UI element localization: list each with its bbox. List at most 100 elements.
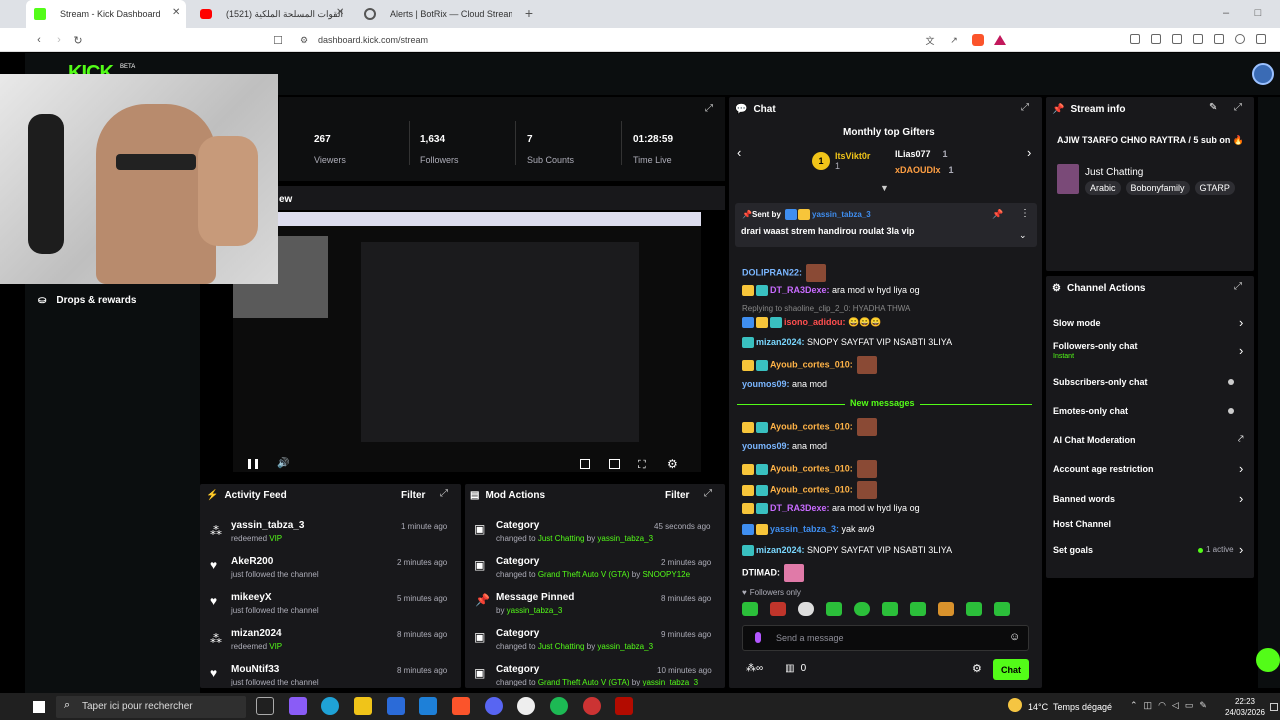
downloads-icon[interactable] [1214,34,1224,44]
translate-icon[interactable]: 文 [924,33,936,47]
gifter-2[interactable]: ILias077 1 [881,149,948,159]
emote-icon[interactable] [742,602,758,616]
wifi-icon[interactable]: ◠ [1158,700,1166,712]
action-host-channel[interactable]: Host Channel [1053,517,1249,533]
close-tab-icon[interactable]: ✕ [336,7,344,18]
expand-icon[interactable]: ⤢ [440,488,448,499]
chat-message[interactable]: youmos09: ana mod [742,378,827,390]
discord-icon[interactable] [485,697,503,715]
emote-icon[interactable] [798,602,814,616]
stream-preview-video[interactable] [233,212,701,472]
url-text[interactable]: dashboard.kick.com/stream [318,35,428,45]
chat-message[interactable]: Ayoub_cortes_010: [742,356,877,374]
acrobat-icon[interactable] [615,697,633,715]
emote-icon[interactable] [994,602,1010,616]
forward-icon[interactable]: › [52,33,66,47]
more-icon[interactable]: ⋮ [1020,208,1030,219]
activity-filter-button[interactable]: Filter [401,490,425,501]
chat-message[interactable]: DT_RA3Dexe: ara mod w hyd liya og [742,284,920,297]
emote-icon[interactable] [910,602,926,616]
volume-icon[interactable]: 🔊 [277,458,289,469]
mail-icon[interactable] [419,697,437,715]
reload-icon[interactable]: ↻ [71,33,85,47]
sidebar-item-drops[interactable]: ⛀ Drops & rewards [38,295,136,306]
minimize-icon[interactable]: – [1218,6,1234,20]
edit-icon[interactable]: ✎ [1209,102,1217,113]
expand-icon[interactable]: ⤢ [1234,102,1242,113]
action-ai-moderation[interactable]: AI Chat Moderation ⤤ [1053,433,1249,449]
mod-filter-button[interactable]: Filter [665,490,689,501]
site-settings-icon[interactable]: ⚙ [298,33,310,47]
maximize-icon[interactable]: □ [1250,6,1266,20]
user-avatar[interactable] [1252,63,1274,85]
copilot-icon[interactable] [289,697,307,715]
action-subscribers-only[interactable]: Subscribers-only chat [1053,375,1249,391]
chat-message[interactable]: DOLIPRAN22: [742,264,827,282]
pinned-message[interactable]: 📌 Sent by yassin_tabza_3 drari waast str… [735,203,1037,247]
theater-icon[interactable] [609,459,620,469]
chat-message[interactable]: DT_RA3Dexe: ara mod w hyd liya og [742,502,920,515]
app-icon[interactable] [583,697,601,715]
settings-icon[interactable]: ⚙ [667,457,678,471]
menu-icon[interactable] [1256,34,1266,44]
list-item[interactable]: ▣ Category 10 minutes ago changed to Gra… [472,662,722,686]
chat-message[interactable]: isono_adidou: 😀😀😀 [742,316,882,329]
chat-message[interactable]: Ayoub_cortes_010: [742,460,877,478]
brave-shield-icon[interactable] [972,34,984,46]
emote-icon[interactable] [882,602,898,616]
close-tab-icon[interactable]: ✕ [172,7,180,18]
network-icon[interactable]: ◫ [1144,700,1153,712]
tag[interactable]: Arabic [1085,181,1121,195]
chat-message[interactable]: mizan2024: SNOPY SAYFAT VIP NSABTI 3LIYA [742,544,952,557]
brave-rewards-icon[interactable] [994,35,1006,45]
edge-icon[interactable] [321,697,339,715]
chevron-up-icon[interactable]: ⌃ [1130,700,1138,712]
next-gifter-icon[interactable]: › [1027,145,1031,160]
expand-icon[interactable]: ⤢ [1234,281,1242,292]
extensions-icon[interactable] [1130,34,1140,44]
list-item[interactable]: ⁂ mizan2024 8 minutes ago redeemed VIP [206,626,456,662]
list-item[interactable]: ⁂ yassin_tabza_3 1 minute ago redeemed V… [206,518,456,554]
media-icon[interactable] [1172,34,1182,44]
chevron-down-icon[interactable]: ⌄ [1019,230,1027,241]
points-icon[interactable]: ⁂∞ [746,663,763,674]
list-item[interactable]: ▣ Category 9 minutes ago changed to Just… [472,626,722,662]
expand-icon[interactable]: ⤢ [703,102,715,114]
chat-message[interactable]: Ayoub_cortes_010: [742,481,877,499]
clock[interactable]: 22:23 24/03/2026 [1221,696,1269,718]
chat-message[interactable]: DTIMAD: [742,564,804,582]
action-account-age[interactable]: Account age restriction › [1053,461,1249,478]
chat-message[interactable]: Ayoub_cortes_010: [742,418,877,436]
expand-icon[interactable]: ⤢ [704,488,712,499]
mic-icon[interactable] [755,632,761,643]
action-emotes-only[interactable]: Emotes-only chat [1053,404,1249,420]
chat-message[interactable]: yassin_tabza_3: yak aw9 [742,523,875,536]
store-icon[interactable] [387,697,405,715]
expand-icon[interactable]: ⤢ [1021,102,1029,113]
obs-icon[interactable] [517,697,535,715]
category-name[interactable]: Just Chatting [1085,167,1143,178]
browser-tab-youtube[interactable]: (1521) نشيد القوات المسلحة الملكية 🇲🇦 ✕ [192,0,352,28]
file-explorer-icon[interactable] [354,697,372,715]
new-tab-icon[interactable]: + [522,5,536,21]
chat-message[interactable]: youmos09: ana mod [742,440,827,452]
emote-icon[interactable] [826,602,842,616]
wallet-icon[interactable] [1151,34,1161,44]
leo-icon[interactable] [1235,34,1245,44]
emote-icon[interactable] [938,602,954,616]
taskbar-search[interactable]: ⌕ Taper ici pour rechercher [56,696,246,718]
list-item[interactable]: ♥ mikeeyX 5 minutes ago just followed th… [206,590,456,626]
back-icon[interactable]: ‹ [32,33,46,47]
windows-start-icon[interactable] [33,701,45,713]
list-item[interactable]: 📌 Message Pinned 8 minutes ago by yassin… [472,590,722,626]
action-banned-words[interactable]: Banned words › [1053,491,1249,508]
action-slow-mode[interactable]: Slow mode › [1053,315,1249,332]
browser-tab-botrix[interactable]: Alerts | BotRix — Cloud Streaming Bo [356,0,516,28]
emote-icon[interactable] [854,602,870,616]
list-item[interactable]: ♥ MouNtif33 8 minutes ago just followed … [206,662,456,686]
chat-settings-icon[interactable]: ⚙ [972,662,982,675]
gift-icon[interactable]: ▥ [785,663,794,674]
send-chat-button[interactable]: Chat [993,659,1029,680]
battery-icon[interactable]: ▭ [1185,700,1194,712]
pip-icon[interactable] [580,459,590,469]
